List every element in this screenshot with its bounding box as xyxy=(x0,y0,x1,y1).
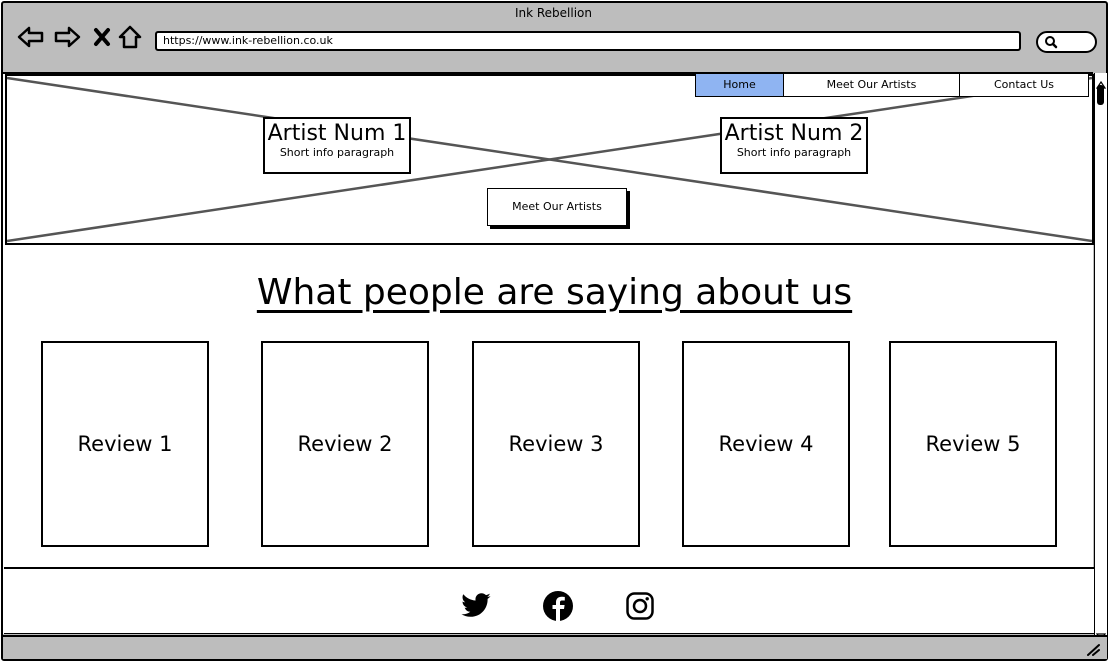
vertical-scrollbar[interactable] xyxy=(1094,73,1107,642)
window-title: Ink Rebellion xyxy=(514,6,593,20)
review-card-4: Review 4 xyxy=(682,341,850,547)
forward-arrow-icon[interactable] xyxy=(52,22,82,52)
review-card-5: Review 5 xyxy=(889,341,1057,547)
resize-grip-icon[interactable] xyxy=(1085,641,1101,660)
status-bar xyxy=(3,635,1107,659)
browser-search-box[interactable] xyxy=(1036,31,1097,53)
artist-card-1: Artist Num 1 Short info paragraph xyxy=(263,117,411,174)
close-icon[interactable] xyxy=(87,22,117,52)
review-card-2: Review 2 xyxy=(261,341,429,547)
meet-our-artists-button[interactable]: Meet Our Artists xyxy=(487,188,627,226)
nav-contact-us[interactable]: Contact Us xyxy=(959,73,1089,97)
reviews-heading: What people are saying about us xyxy=(0,272,1109,313)
home-icon[interactable] xyxy=(115,22,145,52)
scrollbar-thumb[interactable] xyxy=(1097,85,1104,105)
artist-name: Artist Num 2 xyxy=(724,121,864,146)
twitter-icon[interactable] xyxy=(459,589,493,623)
instagram-icon[interactable] xyxy=(623,589,657,623)
review-card-1: Review 1 xyxy=(41,341,209,547)
facebook-icon[interactable] xyxy=(541,589,575,623)
artist-card-2: Artist Num 2 Short info paragraph xyxy=(720,117,868,174)
search-icon xyxy=(1043,34,1059,54)
artist-name: Artist Num 1 xyxy=(267,121,407,146)
review-card-3: Review 3 xyxy=(472,341,640,547)
artist-info: Short info paragraph xyxy=(279,146,395,159)
url-bar[interactable]: https://www.ink-rebellion.co.uk xyxy=(155,31,1021,51)
nav-home[interactable]: Home xyxy=(695,73,784,97)
artist-info: Short info paragraph xyxy=(736,146,852,159)
back-arrow-icon[interactable] xyxy=(16,22,46,52)
reviews-heading-text: What people are saying about us xyxy=(256,272,853,313)
nav-meet-our-artists[interactable]: Meet Our Artists xyxy=(783,73,960,97)
